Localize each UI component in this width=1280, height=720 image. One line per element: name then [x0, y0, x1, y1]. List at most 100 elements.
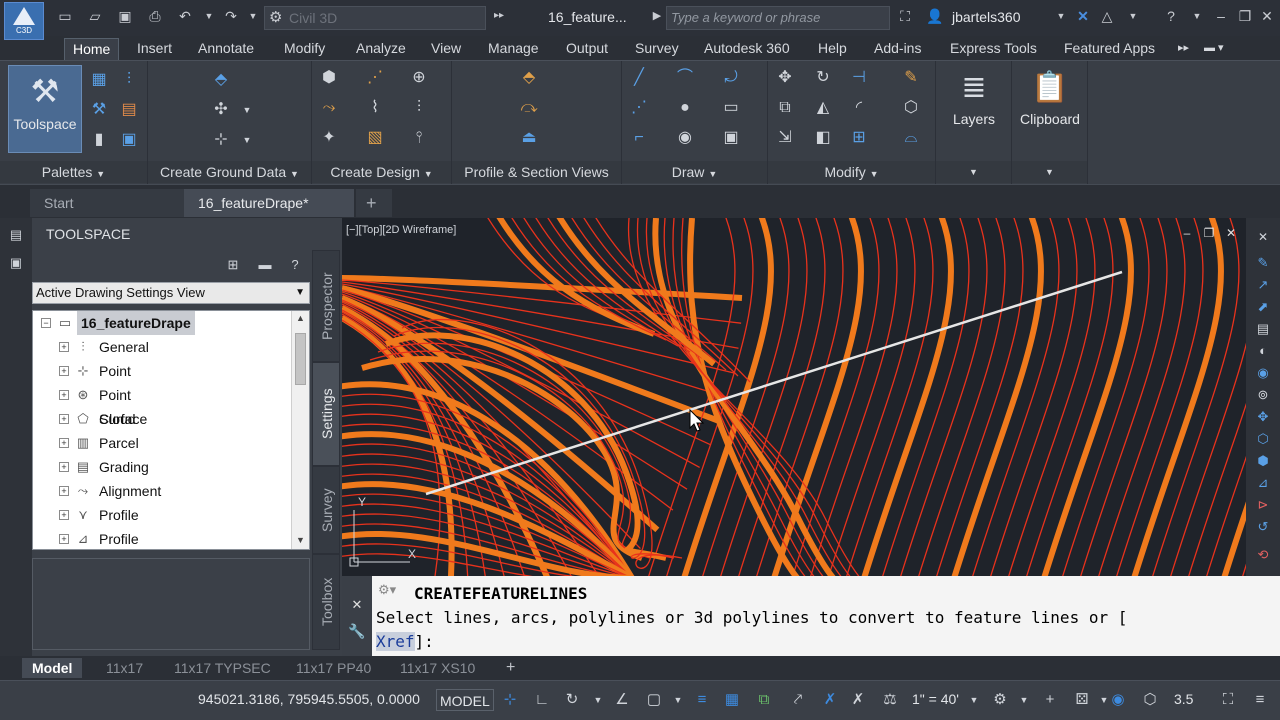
viewport-close-icon[interactable]: ✕ — [1220, 222, 1242, 244]
close-icon[interactable]: ✕ — [1258, 8, 1276, 24]
explode-icon[interactable]: ⬡ — [900, 97, 922, 119]
tab-modify[interactable]: Modify — [276, 38, 333, 60]
undo-icon[interactable]: ↶ — [176, 8, 194, 24]
scale-icon[interactable]: ◧ — [812, 127, 834, 149]
tab-analyze[interactable]: Analyze — [348, 38, 414, 60]
tab-output[interactable]: Output — [558, 38, 616, 60]
parcel-icon[interactable]: ⬢ — [318, 67, 340, 89]
nav-orbit-icon[interactable]: ⬈ — [1252, 296, 1274, 318]
nav-zoom-icon[interactable]: ↗ — [1252, 274, 1274, 296]
scroll-down-icon[interactable]: ▼ — [296, 535, 305, 545]
nav-3d-icon[interactable]: ⊚ — [1252, 384, 1274, 406]
layout-tab-model[interactable]: Model — [22, 658, 83, 678]
nav-target-icon[interactable]: ✥ — [1252, 406, 1274, 428]
command-customize-icon[interactable]: 🔧 — [346, 620, 368, 642]
stretch-icon[interactable]: ⇲ — [774, 127, 796, 149]
pipe-network-icon[interactable]: ⫯ — [408, 127, 430, 149]
file-tab-drawing[interactable]: 16_featureDrape* — [184, 189, 354, 217]
rotate-icon[interactable]: ↻ — [812, 67, 834, 89]
workspace-switch-icon[interactable]: ⚙ — [990, 690, 1010, 710]
line-icon[interactable]: ╱ — [628, 67, 650, 89]
surfaces-icon[interactable]: ✣ — [210, 99, 232, 121]
print-icon[interactable]: ⎙ — [146, 8, 164, 24]
nav-undo-view-icon[interactable]: ⟲ — [1252, 544, 1274, 566]
selection-cycling-icon[interactable]: ⧉ — [754, 690, 774, 710]
nav-globe-icon[interactable]: ◉ — [1252, 362, 1274, 384]
layers-button[interactable]: ≣ Layers — [936, 65, 1012, 157]
panel-label-modify[interactable]: Modify ▼ — [768, 161, 935, 183]
isodraft-icon[interactable]: ∠ — [612, 690, 632, 710]
workspace-dropdown-icon[interactable]: ▼ — [1014, 690, 1034, 710]
redo-icon[interactable]: ↷ — [222, 8, 240, 24]
nav-showmotion-icon[interactable]: ▤ — [1252, 318, 1274, 340]
expand-icon[interactable]: + — [59, 366, 69, 376]
nav-center-icon[interactable]: ⊳ — [1252, 494, 1274, 516]
mirror-icon[interactable]: ◭ — [812, 97, 834, 119]
tab-addins[interactable]: Add-ins — [866, 38, 929, 60]
feature-line-icon[interactable]: ⋰ — [364, 67, 386, 89]
nav-walk-icon[interactable]: ⬡ — [1252, 428, 1274, 450]
properties-icon[interactable]: ⫶ — [118, 69, 140, 91]
expand-icon[interactable]: + — [59, 414, 69, 424]
scroll-up-icon[interactable]: ▲ — [296, 313, 305, 323]
tab-insert[interactable]: Insert — [129, 38, 180, 60]
panel-label-draw[interactable]: Draw ▼ — [622, 161, 767, 183]
expand-icon[interactable]: + — [59, 534, 69, 544]
restore-icon[interactable]: ❐ — [1236, 8, 1254, 24]
move-icon[interactable]: ✥ — [774, 67, 796, 89]
tab-view[interactable]: View — [423, 38, 469, 60]
rectangle-icon[interactable]: ▭ — [720, 97, 742, 119]
expand-icon[interactable]: + — [59, 462, 69, 472]
panel-label-create-ground-data[interactable]: Create Ground Data ▼ — [148, 161, 311, 183]
panel-label-create-design[interactable]: Create Design ▼ — [312, 161, 451, 183]
hardware-acceleration-icon[interactable]: ◉ — [1108, 690, 1128, 710]
expand-icon[interactable]: + — [59, 342, 69, 352]
section-views-icon[interactable]: ⏏ — [518, 127, 540, 149]
collapse-icon[interactable]: − — [41, 318, 51, 328]
tab-express-tools[interactable]: Express Tools — [942, 38, 1045, 60]
drawing-canvas[interactable]: [−][Top][2D Wireframe] Y X – ❐ ✕ — [342, 218, 1246, 576]
side-tab-prospector[interactable]: Prospector — [312, 250, 340, 362]
arc-icon[interactable]: ⌒ — [674, 67, 696, 89]
annotation-visibility-icon[interactable]: ✗ — [820, 690, 840, 710]
undo-dropdown-icon[interactable]: ▼ — [200, 8, 218, 24]
a360-icon[interactable]: △ — [1098, 8, 1116, 24]
osnap-dropdown-icon[interactable]: ▼ — [668, 690, 688, 710]
viewport-controls[interactable]: [−][Top][2D Wireframe] — [346, 224, 456, 236]
layout-tab-11x17-xs10[interactable]: 11x17 XS10 — [390, 658, 485, 678]
expand-icon[interactable]: + — [59, 438, 69, 448]
design-center-icon[interactable]: ▮ — [88, 129, 110, 151]
user-icon[interactable]: 👤 — [926, 8, 944, 24]
open-folder-icon[interactable]: ▱ — [86, 8, 104, 24]
user-name[interactable]: jbartels360 — [952, 9, 1021, 25]
help-dropdown-icon[interactable]: ▼ — [1188, 8, 1206, 24]
side-tab-settings[interactable]: Settings — [312, 362, 340, 466]
a360-dropdown-icon[interactable]: ▼ — [1124, 8, 1142, 24]
traverse-icon[interactable]: ⊹ — [210, 129, 232, 151]
intersections-icon[interactable]: ✦ — [318, 127, 340, 149]
polar-dropdown-icon[interactable]: ▼ — [588, 690, 608, 710]
tab-help[interactable]: Help — [810, 38, 855, 60]
expand-icon[interactable]: + — [59, 390, 69, 400]
customization-icon[interactable]: ≡ — [1250, 690, 1270, 710]
nav-pan-icon[interactable]: ✎ — [1252, 252, 1274, 274]
points-icon[interactable]: ⬘ — [210, 69, 232, 91]
new-layout-button[interactable]: + — [496, 658, 525, 678]
toolspace-button[interactable]: ⚒ Toolspace — [8, 65, 82, 153]
model-space-button[interactable]: MODEL — [436, 689, 494, 711]
transparency-icon[interactable]: ▦ — [722, 690, 742, 710]
expand-icon[interactable]: + — [59, 510, 69, 520]
lineweight-icon[interactable]: ≡ — [692, 690, 712, 710]
side-tab-toolbox[interactable]: Toolbox — [312, 554, 340, 650]
nav-close-icon[interactable]: ✕ — [1252, 226, 1274, 248]
redo-dropdown-icon[interactable]: ▼ — [244, 8, 262, 24]
tab-survey[interactable]: Survey — [627, 38, 687, 60]
nav-rewind-icon[interactable]: ↺ — [1252, 516, 1274, 538]
corridor-icon[interactable]: ⫶ — [408, 97, 430, 119]
workspace-select[interactable]: ⚙ Civil 3D — [264, 6, 486, 30]
auto-scale-icon[interactable]: ✗ — [848, 690, 868, 710]
palette-autohide-icon[interactable]: ▣ — [5, 252, 27, 274]
tab-featured-apps[interactable]: Featured Apps — [1056, 38, 1163, 60]
polar-tracking-icon[interactable]: ↻ — [562, 690, 582, 710]
array-icon[interactable]: ⊞ — [848, 127, 870, 149]
